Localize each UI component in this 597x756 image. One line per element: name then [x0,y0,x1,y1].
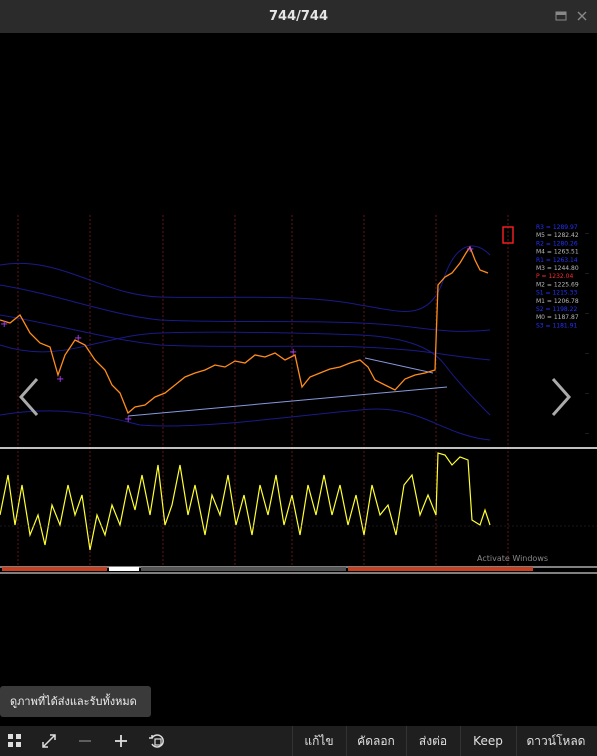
svg-text:+: + [289,347,297,358]
svg-text:+: + [466,244,474,255]
svg-text:+: + [0,319,8,330]
view-all-media-tooltip: ดูภาพที่ได้ส่งและรับทั้งหมด [0,686,151,717]
svg-text:+: + [74,333,82,344]
trendlines [127,357,448,417]
keep-button[interactable]: Keep [461,726,515,756]
pivot-level-label: M5 = 1282.42 [536,232,579,239]
svg-text:—: — [585,391,589,396]
pivot-level-labels: R3 = 1289.97M5 = 1282.42R2 = 1280.26 M4 =… [536,224,579,329]
pivot-level-label: S3 = 1181.91 [536,322,577,329]
svg-text:—: — [585,231,589,236]
pivot-level-label: P = 1232.04 [536,273,573,280]
pivot-level-label: M2 = 1225.69 [536,281,579,288]
zoom-in-icon[interactable] [112,732,130,750]
windows-watermark: Activate Windows [477,554,548,563]
rotate-icon[interactable] [148,732,166,750]
oscillator-line [0,452,491,551]
chevron-left-icon[interactable] [15,375,45,419]
copy-button[interactable]: คัดลอก [347,726,405,756]
pivot-level-label: R1 = 1263.14 [536,257,578,264]
signal-markers: + + + + + + [0,244,474,425]
pivot-level-label: M3 = 1244.80 [536,265,579,272]
pivot-level-label: R2 = 1280.26 [536,240,578,247]
chevron-right-icon[interactable] [545,375,575,419]
pivot-level-label: M0 = 1187.87 [536,314,579,321]
close-icon[interactable] [576,10,588,22]
time-axis [2,567,533,571]
svg-text:+: + [124,414,132,425]
svg-text:—: — [585,351,589,356]
image-counter: 744/744 [268,9,329,24]
svg-text:+: + [56,374,64,385]
pivot-level-label: M1 = 1206.78 [536,298,579,305]
svg-text:—: — [585,431,589,436]
minimize-icon[interactable] [555,10,567,22]
trading-chart-image: + + + + + + R3 = 1289.97M5 = 1282.42R2 = 128… [0,215,597,574]
pivot-level-label: M4 = 1263.51 [536,249,579,256]
edit-button[interactable]: แก้ไข [293,726,345,756]
svg-text:—: — [585,311,589,316]
expand-icon[interactable] [40,732,58,750]
pivot-level-label: R3 = 1289.97 [536,224,578,231]
grid-icon[interactable] [6,732,24,750]
download-button[interactable]: ดาวน์โหลด [517,726,595,756]
svg-text:—: — [585,271,589,276]
zoom-out-icon[interactable] [76,732,94,750]
bottom-toolbar: แก้ไข คัดลอก ส่งต่อ Keep ดาวน์โหลด [0,726,597,756]
right-axis: — — — — — — [585,231,589,436]
pivot-level-label: S2 = 1198.22 [536,306,577,313]
forward-button[interactable]: ส่งต่อ [407,726,459,756]
pivot-level-label: S1 = 1215.33 [536,290,577,297]
title-bar: 744/744 [0,0,597,33]
